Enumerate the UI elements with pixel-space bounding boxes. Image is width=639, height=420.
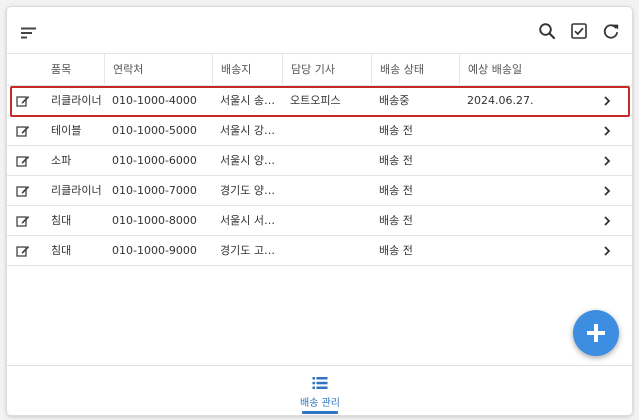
cell-address: 경기도 고양시: [220, 244, 282, 257]
cell-address: 경기도 양평군: [220, 184, 282, 197]
add-delivery-button[interactable]: [573, 310, 619, 356]
bottom-navigation: 배송 관리: [7, 365, 632, 415]
edit-icon[interactable]: [16, 244, 30, 258]
cell-item: 소파: [51, 154, 72, 167]
cell-phone: 010-1000-8000: [112, 214, 197, 227]
column-header-phone[interactable]: 연락처: [104, 54, 212, 86]
column-header-driver[interactable]: 담당 기사: [282, 54, 371, 86]
cell-address: 서울시 양천구: [220, 154, 282, 167]
chevron-right-icon[interactable]: [602, 95, 612, 107]
table-row[interactable]: 침대 010-1000-8000 서울시 서초구 배송 전: [7, 206, 632, 236]
cell-driver: [282, 146, 371, 175]
cell-driver: 오트오피스: [290, 94, 341, 107]
column-header-address[interactable]: 배송지: [212, 54, 282, 86]
edit-icon[interactable]: [16, 184, 30, 198]
plus-icon: [587, 324, 605, 342]
table-row[interactable]: 리클라이너 010-1000-4000 서울시 송파구 오트오피스 배송중 2024.06…: [7, 86, 632, 116]
cell-driver: [282, 236, 371, 265]
sort-lines-icon[interactable]: [17, 21, 41, 45]
cell-item: 리클라이너: [51, 94, 102, 107]
chevron-right-icon[interactable]: [602, 185, 612, 197]
cell-address: 서울시 송파구: [220, 94, 282, 107]
cell-date: [459, 176, 549, 205]
cell-status: 배송 전: [379, 154, 413, 167]
cell-phone: 010-1000-6000: [112, 154, 197, 167]
list-icon: [312, 377, 328, 389]
chevron-right-icon[interactable]: [602, 215, 612, 227]
delivery-table: 품목 연락처 배송지 담당 기사 배송 상태 예상 배송일 리클라이너 010-1…: [7, 53, 632, 266]
cell-item: 침대: [51, 244, 72, 257]
cell-date: [459, 236, 549, 265]
nav-item-delivery-management[interactable]: 배송 관리: [295, 374, 345, 414]
app-frame: 품목 연락처 배송지 담당 기사 배송 상태 예상 배송일 리클라이너 010-1…: [7, 7, 632, 415]
column-header-item[interactable]: 품목: [43, 54, 103, 86]
cell-date: [459, 146, 549, 175]
cell-phone: 010-1000-9000: [112, 244, 197, 257]
cell-address: 서울시 서초구: [220, 214, 282, 227]
table-row[interactable]: 테이블 010-1000-5000 서울시 강서구 배송 전: [7, 116, 632, 146]
cell-date: [459, 206, 549, 235]
cell-date: [459, 116, 549, 145]
edit-icon[interactable]: [16, 214, 30, 228]
cell-phone: 010-1000-7000: [112, 184, 197, 197]
table-header: 품목 연락처 배송지 담당 기사 배송 상태 예상 배송일: [7, 53, 632, 86]
cell-date: 2024.06.27.: [467, 94, 534, 107]
table-row[interactable]: 침대 010-1000-9000 경기도 고양시 배송 전: [7, 236, 632, 266]
cell-driver: [282, 206, 371, 235]
column-header-status[interactable]: 배송 상태: [371, 54, 459, 86]
chevron-right-icon[interactable]: [602, 155, 612, 167]
edit-icon[interactable]: [16, 94, 30, 108]
edit-icon[interactable]: [16, 124, 30, 138]
cell-status: 배송 전: [379, 184, 413, 197]
cell-phone: 010-1000-5000: [112, 124, 197, 137]
cell-item: 리클라이너: [51, 184, 102, 197]
chevron-right-icon[interactable]: [602, 125, 612, 137]
cell-address: 서울시 강서구: [220, 124, 282, 137]
cell-driver: [282, 176, 371, 205]
cell-item: 침대: [51, 214, 72, 227]
nav-item-label: 배송 관리: [300, 398, 340, 409]
cell-status: 배송 전: [379, 124, 413, 137]
chevron-right-icon[interactable]: [602, 245, 612, 257]
search-icon[interactable]: [535, 19, 559, 43]
cell-phone: 010-1000-4000: [112, 94, 197, 107]
refresh-icon[interactable]: [599, 19, 623, 43]
active-tab-indicator: [302, 411, 338, 414]
cell-driver: [282, 116, 371, 145]
cell-item: 테이블: [51, 124, 82, 137]
table-row[interactable]: 소파 010-1000-6000 서울시 양천구 배송 전: [7, 146, 632, 176]
column-header-date[interactable]: 예상 배송일: [459, 54, 549, 86]
cell-status: 배송중: [379, 94, 410, 107]
table-row[interactable]: 리클라이너 010-1000-7000 경기도 양평군 배송 전: [7, 176, 632, 206]
cell-status: 배송 전: [379, 214, 413, 227]
checkbox-checked-icon[interactable]: [567, 19, 591, 43]
edit-icon[interactable]: [16, 154, 30, 168]
cell-status: 배송 전: [379, 244, 413, 257]
toolbar: [7, 7, 632, 53]
